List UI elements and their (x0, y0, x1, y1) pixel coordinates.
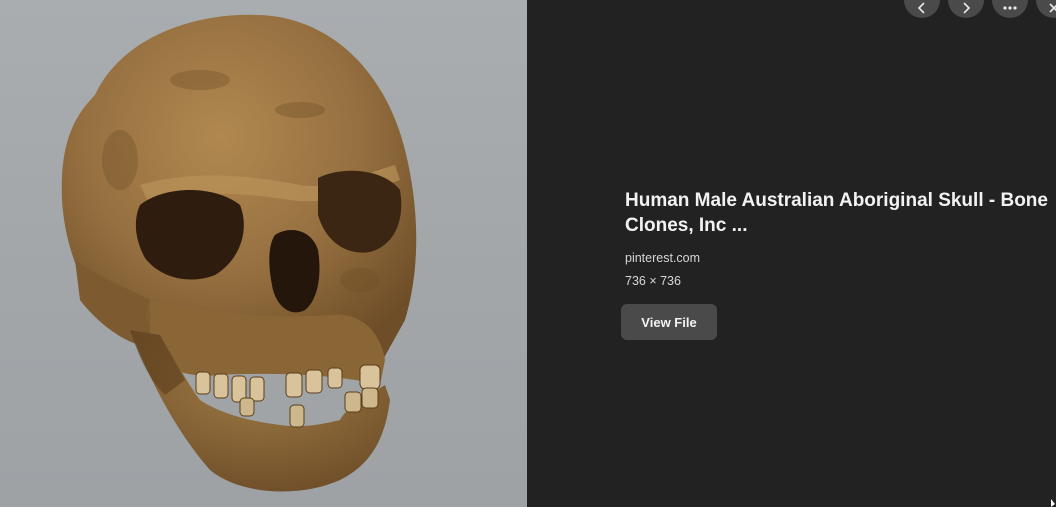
previous-button[interactable] (904, 0, 940, 18)
image-dimensions: 736 × 736 (625, 274, 681, 288)
skull-photo (61, 14, 417, 492)
mouse-cursor-icon (1051, 499, 1055, 507)
next-button[interactable] (948, 0, 984, 18)
view-file-button[interactable]: View File (621, 304, 717, 340)
more-horizontal-icon (1003, 6, 1017, 10)
close-button[interactable] (1036, 0, 1056, 18)
more-options-button[interactable] (992, 0, 1028, 18)
source-domain[interactable]: pinterest.com (625, 251, 1050, 265)
result-info: Human Male Australian Aboriginal Skull -… (621, 188, 1050, 340)
result-title[interactable]: Human Male Australian Aboriginal Skull -… (625, 188, 1050, 238)
close-icon (1049, 3, 1056, 13)
chevron-left-icon (917, 2, 925, 14)
preview-image[interactable] (0, 0, 527, 507)
image-viewer: Human Male Australian Aboriginal Skull -… (0, 0, 1056, 507)
chevron-right-icon (963, 2, 971, 14)
